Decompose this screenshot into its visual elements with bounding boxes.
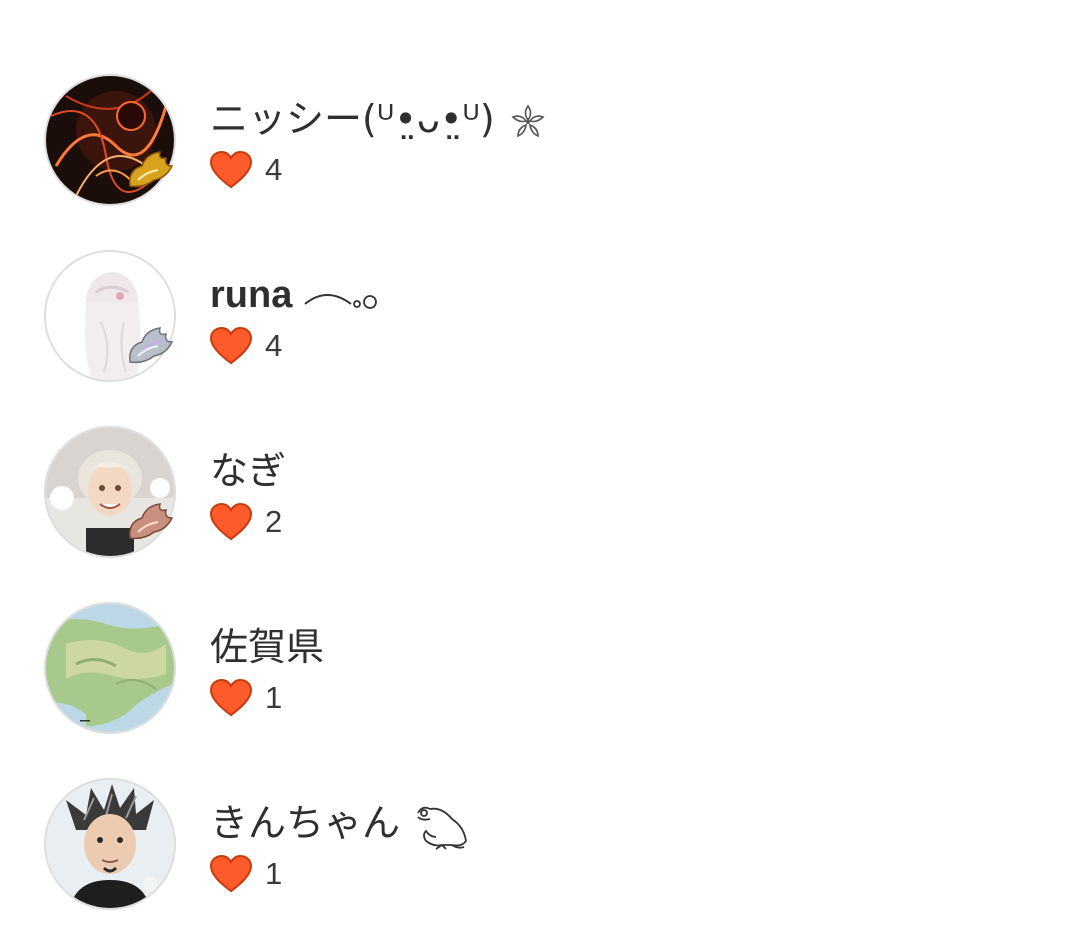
user-name[interactable]: なぎ xyxy=(210,448,286,494)
like-count: 4 xyxy=(209,150,282,190)
like-count-value: 4 xyxy=(265,328,283,363)
like-count-value: 1 xyxy=(265,856,283,891)
user-name[interactable]: 佐賀県 xyxy=(210,624,324,670)
avatar[interactable] xyxy=(44,426,176,558)
like-count: 4 xyxy=(209,326,282,366)
list-item[interactable]: きんちゃん 1 xyxy=(44,778,1044,910)
list-item[interactable]: なぎ 2 xyxy=(44,426,1044,558)
like-count: 1 xyxy=(209,678,282,718)
heart-icon xyxy=(209,678,253,717)
like-count: 1 xyxy=(209,854,282,894)
list-item[interactable]: ニッシー(ᵁ•̤ᴗ•̤ᵁ) 4 xyxy=(44,74,1044,206)
avatar[interactable] xyxy=(44,250,176,382)
frog-icon xyxy=(417,806,468,850)
user-name[interactable]: きんちゃん xyxy=(210,800,472,851)
rose-gold-wing-badge-icon xyxy=(129,503,174,540)
heart-icon xyxy=(209,326,253,365)
gold-wing-badge-icon xyxy=(129,151,174,188)
like-count: 2 xyxy=(209,502,282,542)
heart-icon xyxy=(209,502,253,541)
like-count-value: 1 xyxy=(265,680,283,715)
heart-icon xyxy=(209,854,253,893)
avatar[interactable] xyxy=(44,74,176,206)
avatar[interactable] xyxy=(44,602,176,734)
like-count-value: 2 xyxy=(265,504,283,539)
list-item[interactable]: runa 4 xyxy=(44,250,1044,382)
like-count-value: 4 xyxy=(265,152,283,187)
user-name[interactable]: runa xyxy=(210,272,379,318)
user-name[interactable]: ニッシー(ᵁ•̤ᴗ•̤ᵁ) xyxy=(210,96,549,143)
thought-bubble-icon xyxy=(304,293,377,309)
avatar[interactable] xyxy=(44,778,176,910)
list-item[interactable]: 佐賀県 1 xyxy=(44,602,1044,734)
likes-user-list: ニッシー(ᵁ•̤ᴗ•̤ᵁ) 4 runa 4 なぎ 2 佐賀県 1 きんちゃん … xyxy=(0,0,1080,939)
sakura-flower-icon xyxy=(511,104,545,137)
silver-wing-badge-icon xyxy=(129,327,174,364)
heart-icon xyxy=(209,150,253,189)
